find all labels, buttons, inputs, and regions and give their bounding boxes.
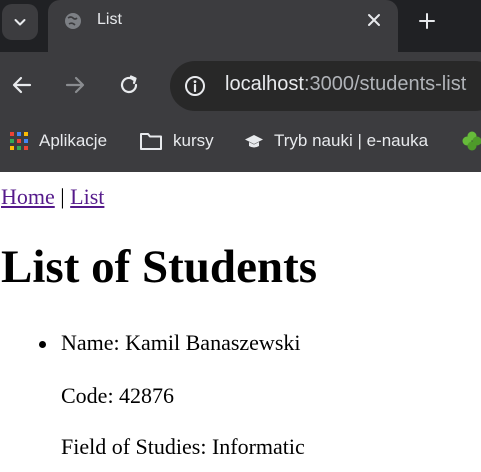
apps-grid-icon xyxy=(9,131,29,151)
list-link[interactable]: List xyxy=(70,184,104,209)
student-name: Name: Kamil Banaszewski xyxy=(61,330,301,355)
browser-toolbar: localhost:3000/students-list xyxy=(0,52,481,118)
active-tab[interactable]: List xyxy=(48,0,398,52)
url-text[interactable]: localhost:3000/students-list xyxy=(225,73,466,96)
arrow-left-icon xyxy=(12,76,32,94)
arrow-right-icon xyxy=(65,76,85,94)
home-link[interactable]: Home xyxy=(1,184,55,209)
address-bar[interactable]: localhost:3000/students-list xyxy=(170,61,481,111)
plus-icon xyxy=(419,13,435,29)
list-bullet xyxy=(39,341,46,348)
close-tab-button[interactable] xyxy=(364,10,384,30)
new-tab-button[interactable] xyxy=(416,10,438,32)
nav-separator: | xyxy=(60,184,65,209)
bookmark-label: Aplikacje xyxy=(39,131,108,150)
globe-icon xyxy=(65,13,81,29)
bookmark-overflow[interactable] xyxy=(461,118,481,164)
page-content: Home | List List of Students Name: Kamil… xyxy=(0,172,481,472)
tab-title: List xyxy=(97,11,122,28)
folder-icon xyxy=(139,131,163,151)
bookmark-label: Tryb nauki | e-nauka xyxy=(274,131,429,150)
back-button[interactable] xyxy=(11,74,33,96)
bookmark-label: kursy xyxy=(173,131,214,150)
bookmark-tryb-nauki[interactable]: Tryb nauki | e-nauka xyxy=(244,118,428,164)
student-field: Field of Studies: Informatic xyxy=(61,434,305,459)
forward-button[interactable] xyxy=(64,74,86,96)
page-title: List of Students xyxy=(1,241,318,293)
student-code: Code: 42876 xyxy=(61,383,175,408)
tab-search-button[interactable] xyxy=(2,4,38,40)
top-nav: Home | List xyxy=(1,184,104,210)
bookmarks-bar: Aplikacje kursy Tryb nauki | e-nauka xyxy=(0,118,481,172)
clover-icon xyxy=(461,130,481,152)
url-host: localhost xyxy=(225,73,304,95)
graduation-cap-icon xyxy=(244,132,264,150)
info-icon[interactable] xyxy=(184,75,206,97)
bookmark-kursy[interactable]: kursy xyxy=(139,118,214,164)
close-icon xyxy=(368,14,380,26)
chevron-down-icon xyxy=(14,19,26,26)
tab-strip: List xyxy=(0,0,481,52)
reload-icon xyxy=(120,75,138,94)
reload-button[interactable] xyxy=(118,74,140,96)
bookmark-apps[interactable]: Aplikacje xyxy=(9,118,107,164)
url-path: :3000/students-list xyxy=(303,73,467,95)
